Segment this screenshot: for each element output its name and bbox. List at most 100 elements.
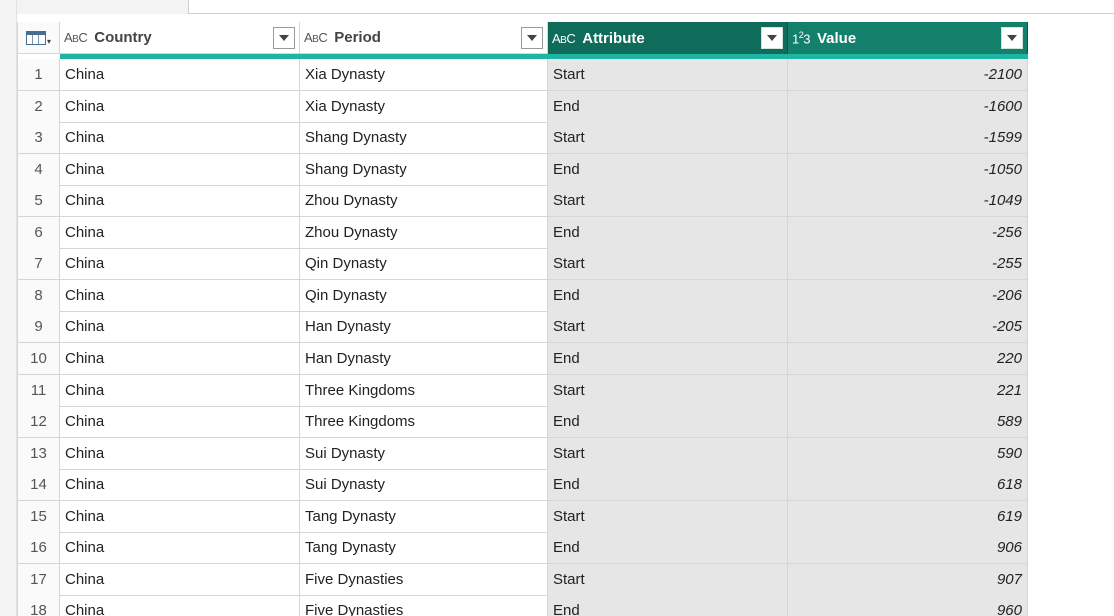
cell-attribute[interactable]: End [548,532,788,565]
cell-attribute[interactable]: Start [548,59,788,91]
cell-period[interactable]: Han Dynasty [300,342,548,375]
table-row[interactable]: 3 China Shang Dynasty Start -1599 [18,122,1028,155]
cell-attribute[interactable]: End [548,279,788,312]
cell-period[interactable]: Shang Dynasty [300,153,548,186]
row-number[interactable]: 14 [18,469,60,502]
cell-value[interactable]: -1600 [788,90,1028,123]
cell-attribute[interactable]: Start [548,374,788,407]
table-row[interactable]: 18 China Five Dynasties End 960 [18,595,1028,616]
123-type-icon[interactable]: 123 [792,30,810,46]
cell-period[interactable]: Sui Dynasty [300,437,548,470]
cell-period[interactable]: Tang Dynasty [300,500,548,533]
column-header-attribute[interactable]: ABC Attribute [548,22,788,54]
cell-country[interactable]: China [60,469,300,502]
cell-value[interactable]: 619 [788,500,1028,533]
column-header-value[interactable]: 123 Value [788,22,1028,54]
cell-attribute[interactable]: Start [548,248,788,281]
cell-attribute[interactable]: Start [548,311,788,344]
cell-value[interactable]: -1050 [788,153,1028,186]
cell-period[interactable]: Tang Dynasty [300,532,548,565]
cell-attribute[interactable]: Start [548,500,788,533]
cell-attribute[interactable]: End [548,90,788,123]
cell-attribute[interactable]: Start [548,122,788,155]
row-number[interactable]: 7 [18,248,60,281]
table-row[interactable]: 14 China Sui Dynasty End 618 [18,469,1028,502]
cell-country[interactable]: China [60,59,300,91]
cell-value[interactable]: -206 [788,279,1028,312]
row-number[interactable]: 10 [18,342,60,375]
row-number[interactable]: 17 [18,563,60,596]
cell-period[interactable]: Zhou Dynasty [300,185,548,218]
formula-bar[interactable] [188,0,1114,14]
cell-value[interactable]: 618 [788,469,1028,502]
cell-period[interactable]: Five Dynasties [300,563,548,596]
cell-value[interactable]: -255 [788,248,1028,281]
cell-period[interactable]: Qin Dynasty [300,248,548,281]
cell-country[interactable]: China [60,185,300,218]
table-row[interactable]: 17 China Five Dynasties Start 907 [18,563,1028,596]
chevron-down-icon[interactable] [273,26,295,49]
cell-period[interactable]: Sui Dynasty [300,469,548,502]
cell-period[interactable]: Five Dynasties [300,595,548,616]
abc-type-icon[interactable]: ABC [552,31,576,46]
row-number[interactable]: 12 [18,406,60,439]
cell-country[interactable]: China [60,122,300,155]
cell-country[interactable]: China [60,595,300,616]
table-row[interactable]: 9 China Han Dynasty Start -205 [18,311,1028,344]
cell-attribute[interactable]: End [548,469,788,502]
row-number[interactable]: 15 [18,500,60,533]
cell-attribute[interactable]: End [548,406,788,439]
row-number[interactable]: 16 [18,532,60,565]
table-row[interactable]: 11 China Three Kingdoms Start 221 [18,374,1028,407]
cell-value[interactable]: -205 [788,311,1028,344]
table-row[interactable]: 10 China Han Dynasty End 220 [18,342,1028,375]
cell-country[interactable]: China [60,532,300,565]
row-number[interactable]: 18 [18,595,60,616]
row-number[interactable]: 2 [18,90,60,123]
cell-country[interactable]: China [60,279,300,312]
cell-period[interactable]: Three Kingdoms [300,374,548,407]
cell-country[interactable]: China [60,248,300,281]
table-row[interactable]: 12 China Three Kingdoms End 589 [18,406,1028,439]
cell-country[interactable]: China [60,216,300,249]
cell-country[interactable]: China [60,563,300,596]
table-row[interactable]: 13 China Sui Dynasty Start 590 [18,437,1028,470]
row-number[interactable]: 13 [18,437,60,470]
row-number[interactable]: 1 [18,59,60,91]
cell-period[interactable]: Xia Dynasty [300,59,548,91]
cell-value[interactable]: -1599 [788,122,1028,155]
cell-period[interactable]: Shang Dynasty [300,122,548,155]
cell-attribute[interactable]: End [548,216,788,249]
cell-attribute[interactable]: Start [548,563,788,596]
cell-value[interactable]: 907 [788,563,1028,596]
table-row[interactable]: 6 China Zhou Dynasty End -256 [18,216,1028,249]
table-row[interactable]: 5 China Zhou Dynasty Start -1049 [18,185,1028,218]
cell-country[interactable]: China [60,500,300,533]
cell-value[interactable]: -1049 [788,185,1028,218]
cell-attribute[interactable]: End [548,153,788,186]
chevron-down-icon[interactable] [761,27,783,49]
cell-country[interactable]: China [60,311,300,344]
chevron-down-icon[interactable] [521,26,543,49]
table-row[interactable]: 15 China Tang Dynasty Start 619 [18,500,1028,533]
cell-period[interactable]: Han Dynasty [300,311,548,344]
table-menu-button[interactable]: ▾ [18,22,60,54]
cell-period[interactable]: Xia Dynasty [300,90,548,123]
row-number[interactable]: 3 [18,122,60,155]
cell-period[interactable]: Three Kingdoms [300,406,548,439]
cell-country[interactable]: China [60,406,300,439]
cell-attribute[interactable]: Start [548,185,788,218]
cell-value[interactable]: 906 [788,532,1028,565]
abc-type-icon[interactable]: ABC [304,30,328,45]
cell-value[interactable]: 220 [788,342,1028,375]
column-header-country[interactable]: ABC Country [60,22,300,54]
row-number[interactable]: 5 [18,185,60,218]
cell-attribute[interactable]: Start [548,437,788,470]
abc-type-icon[interactable]: ABC [64,30,88,45]
table-row[interactable]: 2 China Xia Dynasty End -1600 [18,90,1028,123]
table-row[interactable]: 4 China Shang Dynasty End -1050 [18,153,1028,186]
cell-value[interactable]: -2100 [788,59,1028,91]
cell-period[interactable]: Qin Dynasty [300,279,548,312]
cell-country[interactable]: China [60,437,300,470]
cell-value[interactable]: 590 [788,437,1028,470]
